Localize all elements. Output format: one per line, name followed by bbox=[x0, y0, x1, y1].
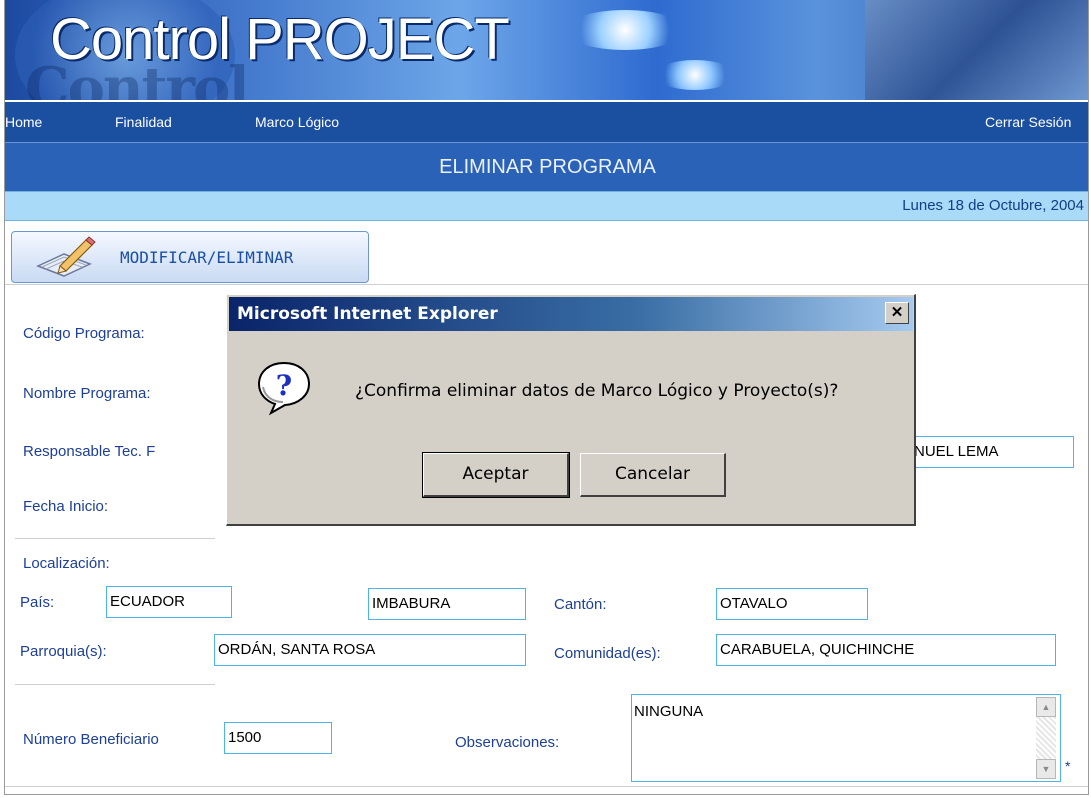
responsable-label: Responsable Tec. F bbox=[23, 443, 156, 460]
page-title: ELIMINAR PROGRAMA bbox=[5, 142, 1088, 191]
beneficiario-label: Número Beneficiario bbox=[23, 731, 159, 748]
confirm-dialog: Microsoft Internet Explorer ✕ ? ¿Confirm… bbox=[226, 294, 916, 526]
edit-pencil-icon bbox=[36, 236, 96, 277]
parroquia-field[interactable]: ORDÁN, SANTA ROSA bbox=[214, 634, 526, 666]
observaciones-label: Observaciones: bbox=[455, 734, 560, 751]
canton-field[interactable]: OTAVALO bbox=[716, 588, 868, 620]
divider bbox=[15, 538, 215, 539]
divider bbox=[5, 786, 1088, 787]
cancel-button[interactable]: Cancelar bbox=[580, 453, 726, 497]
fecha-label: Fecha Inicio: bbox=[23, 498, 109, 515]
accept-button[interactable]: Aceptar bbox=[422, 452, 570, 498]
codigo-label: Código Programa: bbox=[23, 325, 145, 342]
svg-text:?: ? bbox=[276, 369, 292, 402]
provincia-field[interactable]: IMBABURA bbox=[368, 588, 526, 620]
observaciones-text: NINGUNA bbox=[634, 703, 704, 720]
question-icon: ? bbox=[257, 361, 311, 416]
nav-finalidad[interactable]: Finalidad bbox=[115, 114, 172, 130]
comunidad-label: Comunidad(es): bbox=[554, 645, 661, 662]
date-bar: Lunes 18 de Octubre, 2004 bbox=[5, 191, 1088, 221]
dialog-titlebar[interactable]: Microsoft Internet Explorer ✕ bbox=[229, 297, 913, 331]
top-nav: Home Finalidad Marco Lógico Cerrar Sesió… bbox=[5, 102, 1088, 142]
textarea-scrollbar[interactable]: ▲ ▼ bbox=[1036, 697, 1056, 779]
responsable-field[interactable]: ANUEL LEMA bbox=[900, 436, 1074, 468]
required-mark: * bbox=[1065, 758, 1071, 774]
localizacion-label: Localización: bbox=[23, 555, 110, 572]
app-banner: Control Control PROJECT bbox=[5, 0, 1088, 100]
dialog-message: ¿Confirma eliminar datos de Marco Lógico… bbox=[355, 381, 839, 401]
pais-label: País: bbox=[20, 594, 55, 611]
close-icon[interactable]: ✕ bbox=[885, 302, 909, 324]
app-title: Control PROJECT bbox=[50, 7, 510, 72]
current-date: Lunes 18 de Octubre, 2004 bbox=[902, 197, 1084, 214]
nombre-label: Nombre Programa: bbox=[23, 385, 151, 402]
comunidad-field[interactable]: CARABUELA, QUICHINCHE bbox=[716, 634, 1056, 666]
nav-marco-logico[interactable]: Marco Lógico bbox=[255, 114, 339, 130]
parroquia-label: Parroquia(s): bbox=[20, 643, 107, 660]
beneficiario-field[interactable]: 1500 bbox=[224, 722, 332, 754]
page-frame: Control Control PROJECT Home Finalidad M… bbox=[4, 0, 1089, 795]
tab-label: MODIFICAR/ELIMINAR bbox=[120, 248, 294, 267]
scroll-up-icon[interactable]: ▲ bbox=[1036, 697, 1056, 717]
tab-modificar-eliminar[interactable]: MODIFICAR/ELIMINAR bbox=[11, 231, 369, 283]
pais-field[interactable]: ECUADOR bbox=[106, 586, 232, 618]
divider bbox=[15, 684, 215, 685]
scroll-down-icon[interactable]: ▼ bbox=[1036, 759, 1056, 779]
observaciones-textarea[interactable]: NINGUNA ▲ ▼ bbox=[631, 694, 1061, 782]
canton-label: Cantón: bbox=[554, 596, 607, 613]
banner-photo bbox=[865, 0, 1088, 100]
nav-logout[interactable]: Cerrar Sesión bbox=[985, 114, 1071, 130]
dialog-title: Microsoft Internet Explorer bbox=[237, 304, 498, 324]
nav-home[interactable]: Home bbox=[5, 114, 42, 130]
divider bbox=[5, 284, 1088, 285]
